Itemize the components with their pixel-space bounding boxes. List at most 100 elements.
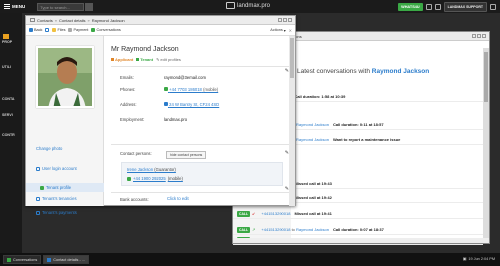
contact-toolbar: Back Files Payment Conversations Actions… — [26, 25, 295, 36]
outgoing-call-icon: ↗ — [252, 227, 256, 232]
files-button[interactable]: Files — [52, 28, 65, 32]
taskbar: Conversations Contact details - ... ▣ 19… — [0, 253, 500, 266]
phone-icon — [127, 176, 131, 181]
calendar-icon: ▣ — [462, 257, 467, 261]
chat-icon — [91, 28, 96, 32]
whats4u-button[interactable]: WHATS4U — [398, 3, 423, 11]
contact-scroll-thumb[interactable] — [290, 38, 294, 78]
payments-link[interactable]: Tenant's payments — [36, 210, 77, 215]
tenant-profile-link[interactable]: Tenant profile — [26, 183, 104, 192]
call-badge: CALL — [237, 226, 251, 233]
hide-contact-persons-button[interactable]: hide contact persons — [166, 151, 207, 159]
minimize-icon[interactable] — [278, 18, 282, 22]
conversation-row[interactable]: CALL↗ +441513290018 to Raymond JacksonCal… — [233, 225, 483, 235]
clock: ▣ 19 Jun 2:04 PM — [462, 256, 495, 262]
conversation-note: Missed call at 19:43 — [294, 181, 332, 186]
divider — [111, 192, 291, 193]
applicant-tag: Applicant — [111, 57, 133, 62]
brand-name: landmax.pro — [237, 2, 271, 9]
hamburger-icon — [4, 4, 10, 9]
conversations-heading: Latest conversations with Raymond Jackso… — [297, 68, 430, 75]
conv-scroll-thumb[interactable] — [484, 52, 488, 102]
contact-icon — [47, 257, 52, 262]
conversation-caller: +441513290018 — [261, 211, 291, 216]
contact-tags: Applicant Tenant ✎ edit profiles — [111, 57, 181, 62]
phone-icon — [164, 87, 168, 91]
contact-person-name[interactable]: Irene Jackson (Guarantor) — [127, 167, 176, 172]
tenancies-link[interactable]: Tenant's tenancies — [36, 196, 77, 201]
menu-button[interactable]: MENU — [0, 0, 29, 13]
contact-details-window: Contacts » Contact details » Raymond Jac… — [25, 15, 296, 215]
contact-name: Mr Raymond Jackson — [111, 46, 179, 53]
employment-label: Employment: — [120, 117, 145, 122]
property-icon — [3, 34, 9, 39]
window-controls — [472, 34, 486, 38]
sidenav-item-services[interactable]: SERVI — [2, 113, 13, 117]
sidenav-item-contracts[interactable]: CONTR — [2, 133, 15, 137]
tenancy-icon — [36, 196, 40, 201]
conversations-heading-name: Raymond Jackson — [371, 68, 430, 75]
divider — [111, 144, 291, 145]
back-button[interactable]: Back — [29, 28, 42, 32]
brand-logo: landmax.pro — [226, 2, 270, 9]
sidenav-item-utilities[interactable]: UTILI — [2, 65, 11, 69]
contact-left-panel: Change photo User login account Tenant p… — [26, 36, 104, 215]
bank-accounts-edit-link[interactable]: Click to edit — [167, 196, 189, 201]
contact-scrollbar[interactable] — [289, 36, 295, 206]
sidenav-item-prop[interactable]: PROP — [2, 40, 12, 44]
conv-footer — [233, 238, 489, 243]
tenant-tag: Tenant — [136, 57, 153, 62]
notifications-icon[interactable] — [434, 4, 441, 10]
tenant-icon — [40, 185, 44, 190]
payment-button[interactable]: Payment — [68, 28, 88, 32]
taskbar-item-conversations[interactable]: Conversations — [3, 255, 42, 264]
top-bar: MENU Type to search... landmax.pro WHATS… — [0, 0, 500, 13]
map-pin-icon — [164, 102, 168, 106]
contact-person-card: Irene Jackson (Guarantor) +44 1900 29202… — [121, 162, 283, 186]
close-icon[interactable]: ✕ — [289, 28, 292, 33]
conv-scrollbar[interactable] — [483, 48, 489, 243]
contact-title-bar: Contacts » Contact details » Raymond Jac… — [26, 16, 295, 25]
refresh-button[interactable] — [45, 28, 50, 32]
support-button[interactable]: LANDMAX SUPPORT — [443, 2, 487, 12]
employment-value: landmax.pro — [164, 117, 188, 122]
close-icon[interactable] — [482, 34, 486, 38]
chevron-down-icon: ▾ — [283, 28, 286, 33]
phones-value[interactable]: +44 7703 186018 (mobile) — [164, 87, 218, 92]
conversation-note: Want to report a maintenance issue — [332, 137, 401, 142]
power-icon[interactable] — [490, 4, 496, 10]
maximize-icon[interactable] — [283, 18, 287, 22]
actions-dropdown[interactable]: Actions ▾ ✕ — [270, 28, 292, 33]
back-arrow-icon — [29, 28, 33, 32]
emails-value: raymond@3email.com — [164, 75, 206, 80]
mail-icon[interactable] — [425, 4, 432, 10]
conversation-row[interactable]: CALL ↙ +441513290018 Missed call at 19:41 — [233, 209, 483, 219]
address-label: Address: — [120, 102, 137, 107]
taskbar-item-contact-details[interactable]: Contact details - ... — [43, 255, 89, 264]
call-badge: CALL — [237, 210, 251, 217]
close-icon[interactable] — [288, 18, 292, 22]
maximize-icon[interactable] — [477, 34, 481, 38]
conversation-note: Call duration: 0:11 at 18:57 — [332, 122, 384, 127]
minimize-icon[interactable] — [472, 34, 476, 38]
side-nav: PROP UTILI CONTA SERVI CONTR — [0, 13, 22, 253]
conversation-note: Call duration: 0:07 at 18:37 — [332, 227, 384, 232]
contact-person-phone[interactable]: +44 1900 292025 (mobile) — [127, 176, 183, 181]
address-value[interactable]: 24 W Bantry St, CF24 4SD — [164, 102, 219, 107]
edit-profiles-link[interactable]: ✎ edit profiles — [156, 57, 181, 62]
pencil-icon: ✎ — [156, 57, 160, 62]
folder-icon — [52, 28, 57, 32]
user-login-link[interactable]: User login account — [36, 166, 77, 171]
conversation-note: Missed call at 19:42 — [294, 195, 332, 200]
menu-label: MENU — [12, 4, 26, 9]
incoming-call-icon: ↙ — [252, 211, 256, 216]
search-go-button[interactable] — [85, 2, 94, 11]
change-photo-link[interactable]: Change photo — [36, 146, 62, 151]
phones-label: Phones: — [120, 87, 136, 92]
contact-persons-label: Contact persons: — [120, 151, 152, 156]
conversations-button[interactable]: Conversations — [91, 28, 121, 32]
user-icon — [36, 166, 40, 171]
search-input[interactable]: Type to search... — [37, 2, 85, 11]
emails-label: Emails: — [120, 75, 134, 80]
sidenav-item-contacts[interactable]: CONTA — [2, 97, 15, 101]
